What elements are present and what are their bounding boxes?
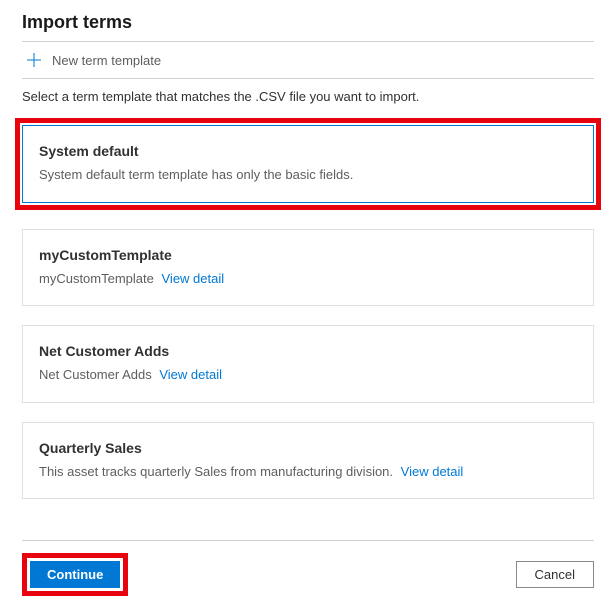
continue-highlight: Continue (22, 553, 128, 596)
cancel-button[interactable]: Cancel (516, 561, 594, 588)
plus-icon (26, 52, 42, 68)
template-card[interactable]: Quarterly Sales This asset tracks quarter… (22, 422, 594, 500)
continue-button[interactable]: Continue (30, 561, 120, 588)
highlight-box: System default System default term templa… (15, 118, 601, 210)
new-term-template-label: New term template (52, 53, 161, 68)
template-description: This asset tracks quarterly Sales from m… (39, 463, 577, 481)
template-description: System default term template has only th… (39, 166, 577, 184)
view-detail-link[interactable]: View detail (159, 367, 222, 382)
view-detail-link[interactable]: View detail (162, 271, 225, 286)
template-description: myCustomTemplate View detail (39, 270, 577, 288)
template-card[interactable]: Net Customer Adds Net Customer Adds View … (22, 325, 594, 403)
instruction-text: Select a term template that matches the … (22, 79, 594, 118)
new-term-template-button[interactable]: New term template (22, 42, 594, 78)
template-title: Quarterly Sales (39, 440, 577, 456)
view-detail-link[interactable]: View detail (401, 464, 464, 479)
page-title: Import terms (22, 8, 594, 41)
template-card[interactable]: System default System default term templa… (22, 125, 594, 203)
template-title: Net Customer Adds (39, 343, 577, 359)
template-description: Net Customer Adds View detail (39, 366, 577, 384)
template-card[interactable]: myCustomTemplate myCustomTemplate View de… (22, 229, 594, 307)
template-list: System default System default term templa… (22, 118, 594, 499)
template-title: myCustomTemplate (39, 247, 577, 263)
footer: Continue Cancel (22, 540, 594, 596)
template-title: System default (39, 143, 577, 159)
